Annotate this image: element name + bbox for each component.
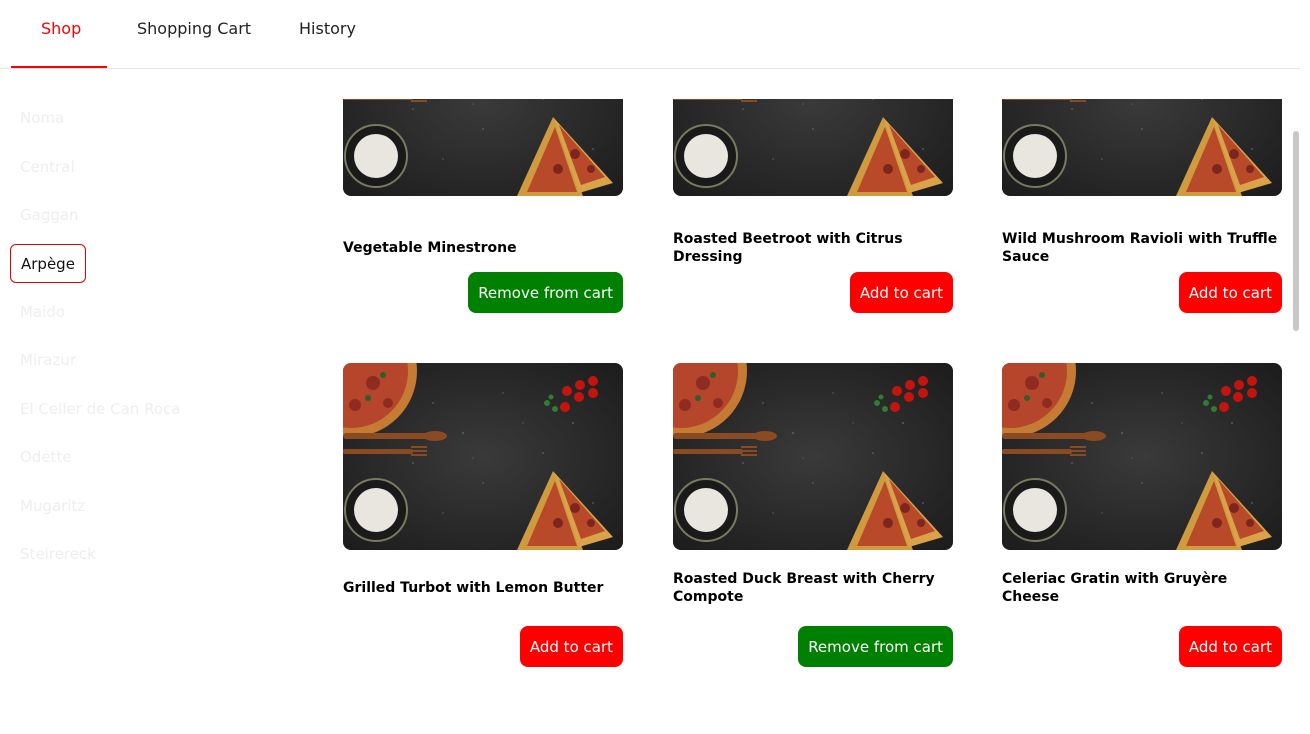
remove-from-cart-button[interactable]: Remove from cart [468,272,623,313]
product-card: Vegetable Minestrone Remove from cart [343,99,623,313]
sidebar-item-mugaritz[interactable]: Mugaritz [10,487,95,526]
add-to-cart-button[interactable]: Add to cart [519,626,623,667]
pizza-photo [673,363,953,550]
product-name: Celeriac Gratin with Gruyère Cheese [1002,571,1228,605]
tab-shopping-cart[interactable]: Shopping Cart [137,0,251,69]
product-grid: Vegetable Minestrone Remove from cart Ro… [300,99,1290,734]
product-card: Roasted Duck Breast with Cherry Compote … [673,363,953,667]
product-image [1002,363,1282,550]
tab-shop[interactable]: Shop [41,0,81,69]
product-image [673,99,953,196]
scrollbar-thumb[interactable] [1293,131,1299,331]
product-card: Wild Mushroom Ravioli with Truffle Sauce… [1002,99,1282,313]
sidebar-item-odette[interactable]: Odette [10,438,82,477]
add-to-cart-button[interactable]: Add to cart [1178,272,1282,313]
sidebar-item-central[interactable]: Central [10,148,85,187]
pizza-photo [1002,99,1282,196]
pizza-photo [673,99,953,196]
vertical-scrollbar[interactable] [1290,69,1300,734]
product-name: Grilled Turbot with Lemon Butter [343,580,604,596]
sidebar-item-el-celler-de-can-roca[interactable]: El Celler de Can Roca [10,390,190,429]
sidebar-item-steirereck[interactable]: Steirereck [10,535,106,574]
remove-from-cart-button[interactable]: Remove from cart [798,626,953,667]
product-name: Roasted Duck Breast with Cherry Compote [673,571,935,605]
product-name: Wild Mushroom Ravioli with Truffle Sauce [1002,231,1278,265]
product-card: Roasted Beetroot with Citrus Dressing Ad… [673,99,953,313]
pizza-photo [343,363,623,550]
product-image [1002,99,1282,196]
product-image [343,363,623,550]
pizza-photo [343,99,623,196]
restaurant-sidebar: Noma Central Gaggan Arpège Maido Mirazur… [0,69,300,734]
sidebar-item-maido[interactable]: Maido [10,293,75,332]
tab-history[interactable]: History [299,0,356,69]
sidebar-item-mirazur[interactable]: Mirazur [10,341,86,380]
product-name: Vegetable Minestrone [343,240,517,256]
add-to-cart-button[interactable]: Add to cart [1178,626,1282,667]
pizza-photo [1002,363,1282,550]
product-image [343,99,623,196]
sidebar-item-arpege[interactable]: Arpège [10,244,86,283]
product-card: Celeriac Gratin with Gruyère Cheese Add … [1002,363,1282,667]
active-tab-indicator [11,66,107,68]
sidebar-item-noma[interactable]: Noma [10,99,74,138]
product-image [673,363,953,550]
product-name: Roasted Beetroot with Citrus Dressing [673,231,903,265]
top-navigation: Shop Shopping Cart History [0,0,1300,69]
sidebar-item-gaggan[interactable]: Gaggan [10,196,89,235]
add-to-cart-button[interactable]: Add to cart [849,272,953,313]
product-card: Grilled Turbot with Lemon Butter Add to … [343,363,623,667]
